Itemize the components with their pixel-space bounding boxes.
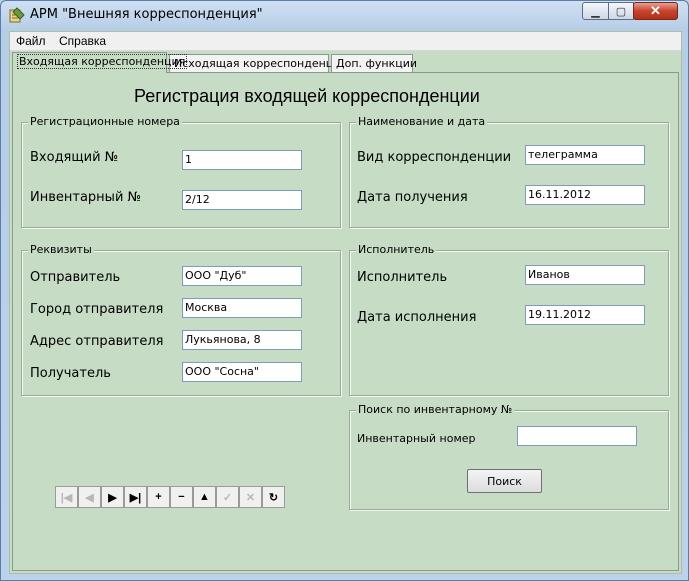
- close-icon: ✕: [650, 3, 661, 18]
- search-inventory-input[interactable]: [517, 426, 637, 446]
- executor-field[interactable]: Иванов: [525, 265, 645, 285]
- delete-record-icon: −: [178, 491, 185, 503]
- sender-city-label: Город отправителя: [30, 302, 164, 317]
- minimize-button[interactable]: ▁: [582, 2, 609, 20]
- menu-bar: Файл Справка: [10, 32, 681, 51]
- receipt-date-label: Дата получения: [357, 190, 468, 205]
- group-details: Реквизиты Отправитель ООО "Дуб" Город от…: [21, 243, 341, 396]
- tab-incoming[interactable]: Входящая корреспонденция: [12, 52, 188, 73]
- app-window: АРМ "Внешняя корреспонденция" ▁ ▢ ✕ Файл…: [0, 0, 689, 581]
- edit-record-icon: ▲: [199, 491, 210, 503]
- correspondence-type-label: Вид корреспонденции: [357, 150, 512, 165]
- group-title: Исполнитель: [356, 243, 437, 256]
- prior-record-button[interactable]: ◀: [78, 486, 101, 508]
- incoming-number-field[interactable]: 1: [182, 150, 302, 170]
- inventory-number-field[interactable]: 2/12: [182, 190, 302, 210]
- group-title: Реквизиты: [28, 243, 94, 256]
- title-bar[interactable]: АРМ "Внешняя корреспонденция" ▁ ▢ ✕: [1, 1, 688, 29]
- group-title: Регистрационные номера: [28, 115, 182, 128]
- group-search: Поиск по инвентарному № Инвентарный номе…: [349, 403, 669, 510]
- insert-record-button[interactable]: +: [147, 486, 170, 508]
- sender-field[interactable]: ООО "Дуб": [182, 266, 302, 286]
- close-button[interactable]: ✕: [633, 2, 678, 20]
- delete-record-button[interactable]: −: [170, 486, 193, 508]
- group-title: Поиск по инвентарному №: [356, 403, 515, 416]
- group-name-date: Наименование и дата Вид корреспонденции …: [349, 115, 669, 228]
- first-record-icon: |◀: [60, 491, 73, 504]
- minimize-icon: ▁: [591, 5, 600, 18]
- correspondence-type-field[interactable]: телеграмма: [525, 145, 645, 165]
- inventory-number-label: Инвентарный №: [30, 190, 142, 205]
- execution-date-field[interactable]: 19.11.2012: [525, 305, 645, 325]
- post-record-icon: ✓: [222, 491, 233, 504]
- post-record-button[interactable]: ✓: [216, 486, 239, 508]
- menu-file[interactable]: Файл: [16, 34, 46, 48]
- sender-city-field[interactable]: Москва: [182, 298, 302, 318]
- execution-date-label: Дата исполнения: [357, 310, 477, 325]
- menu-help[interactable]: Справка: [59, 34, 106, 48]
- search-button[interactable]: Поиск: [467, 469, 542, 493]
- tab-outgoing[interactable]: Исходящая корреспонденция: [169, 54, 347, 72]
- maximize-button[interactable]: ▢: [608, 2, 634, 20]
- refresh-button[interactable]: ↻: [262, 486, 285, 508]
- last-record-button[interactable]: ▶|: [124, 486, 147, 508]
- maximize-icon: ▢: [615, 5, 627, 18]
- prior-record-icon: ◀: [85, 491, 94, 504]
- receipt-date-field[interactable]: 16.11.2012: [525, 185, 645, 205]
- window-title: АРМ "Внешняя корреспонденция": [30, 7, 263, 22]
- page-title: Регистрация входящей корреспонденции: [134, 86, 480, 106]
- client-area: Файл Справка Входящая корреспонденция Ис…: [9, 31, 682, 574]
- insert-record-icon: +: [155, 491, 162, 503]
- next-record-button[interactable]: ▶: [101, 486, 124, 508]
- sender-address-label: Адрес отправителя: [30, 334, 164, 349]
- incoming-number-label: Входящий №: [30, 150, 119, 165]
- sender-label: Отправитель: [30, 270, 121, 285]
- next-record-icon: ▶: [108, 491, 117, 504]
- tab-page-incoming: Регистрация входящей корреспонденции Рег…: [12, 72, 679, 571]
- group-reg-numbers: Регистрационные номера Входящий № 1 Инве…: [21, 115, 341, 228]
- refresh-icon: ↻: [268, 491, 279, 504]
- db-navigator: |◀ ◀ ▶ ▶| + − ▲ ✓ ✕ ↻: [55, 486, 285, 508]
- cancel-record-icon: ✕: [245, 491, 256, 504]
- first-record-button[interactable]: |◀: [55, 486, 78, 508]
- edit-record-button[interactable]: ▲: [193, 486, 216, 508]
- search-inventory-label: Инвентарный номер: [357, 432, 476, 445]
- tab-extra-functions[interactable]: Доп. функции: [331, 54, 417, 72]
- recipient-label: Получатель: [30, 366, 111, 381]
- group-executor: Исполнитель Исполнитель Иванов Дата испо…: [349, 243, 669, 396]
- group-title: Наименование и дата: [356, 115, 488, 128]
- app-icon: [9, 7, 25, 23]
- sender-address-field[interactable]: Лукьянова, 8: [182, 330, 302, 350]
- executor-label: Исполнитель: [357, 270, 448, 285]
- cancel-record-button[interactable]: ✕: [239, 486, 262, 508]
- last-record-icon: ▶|: [129, 491, 142, 504]
- recipient-field[interactable]: ООО "Сосна": [182, 362, 302, 382]
